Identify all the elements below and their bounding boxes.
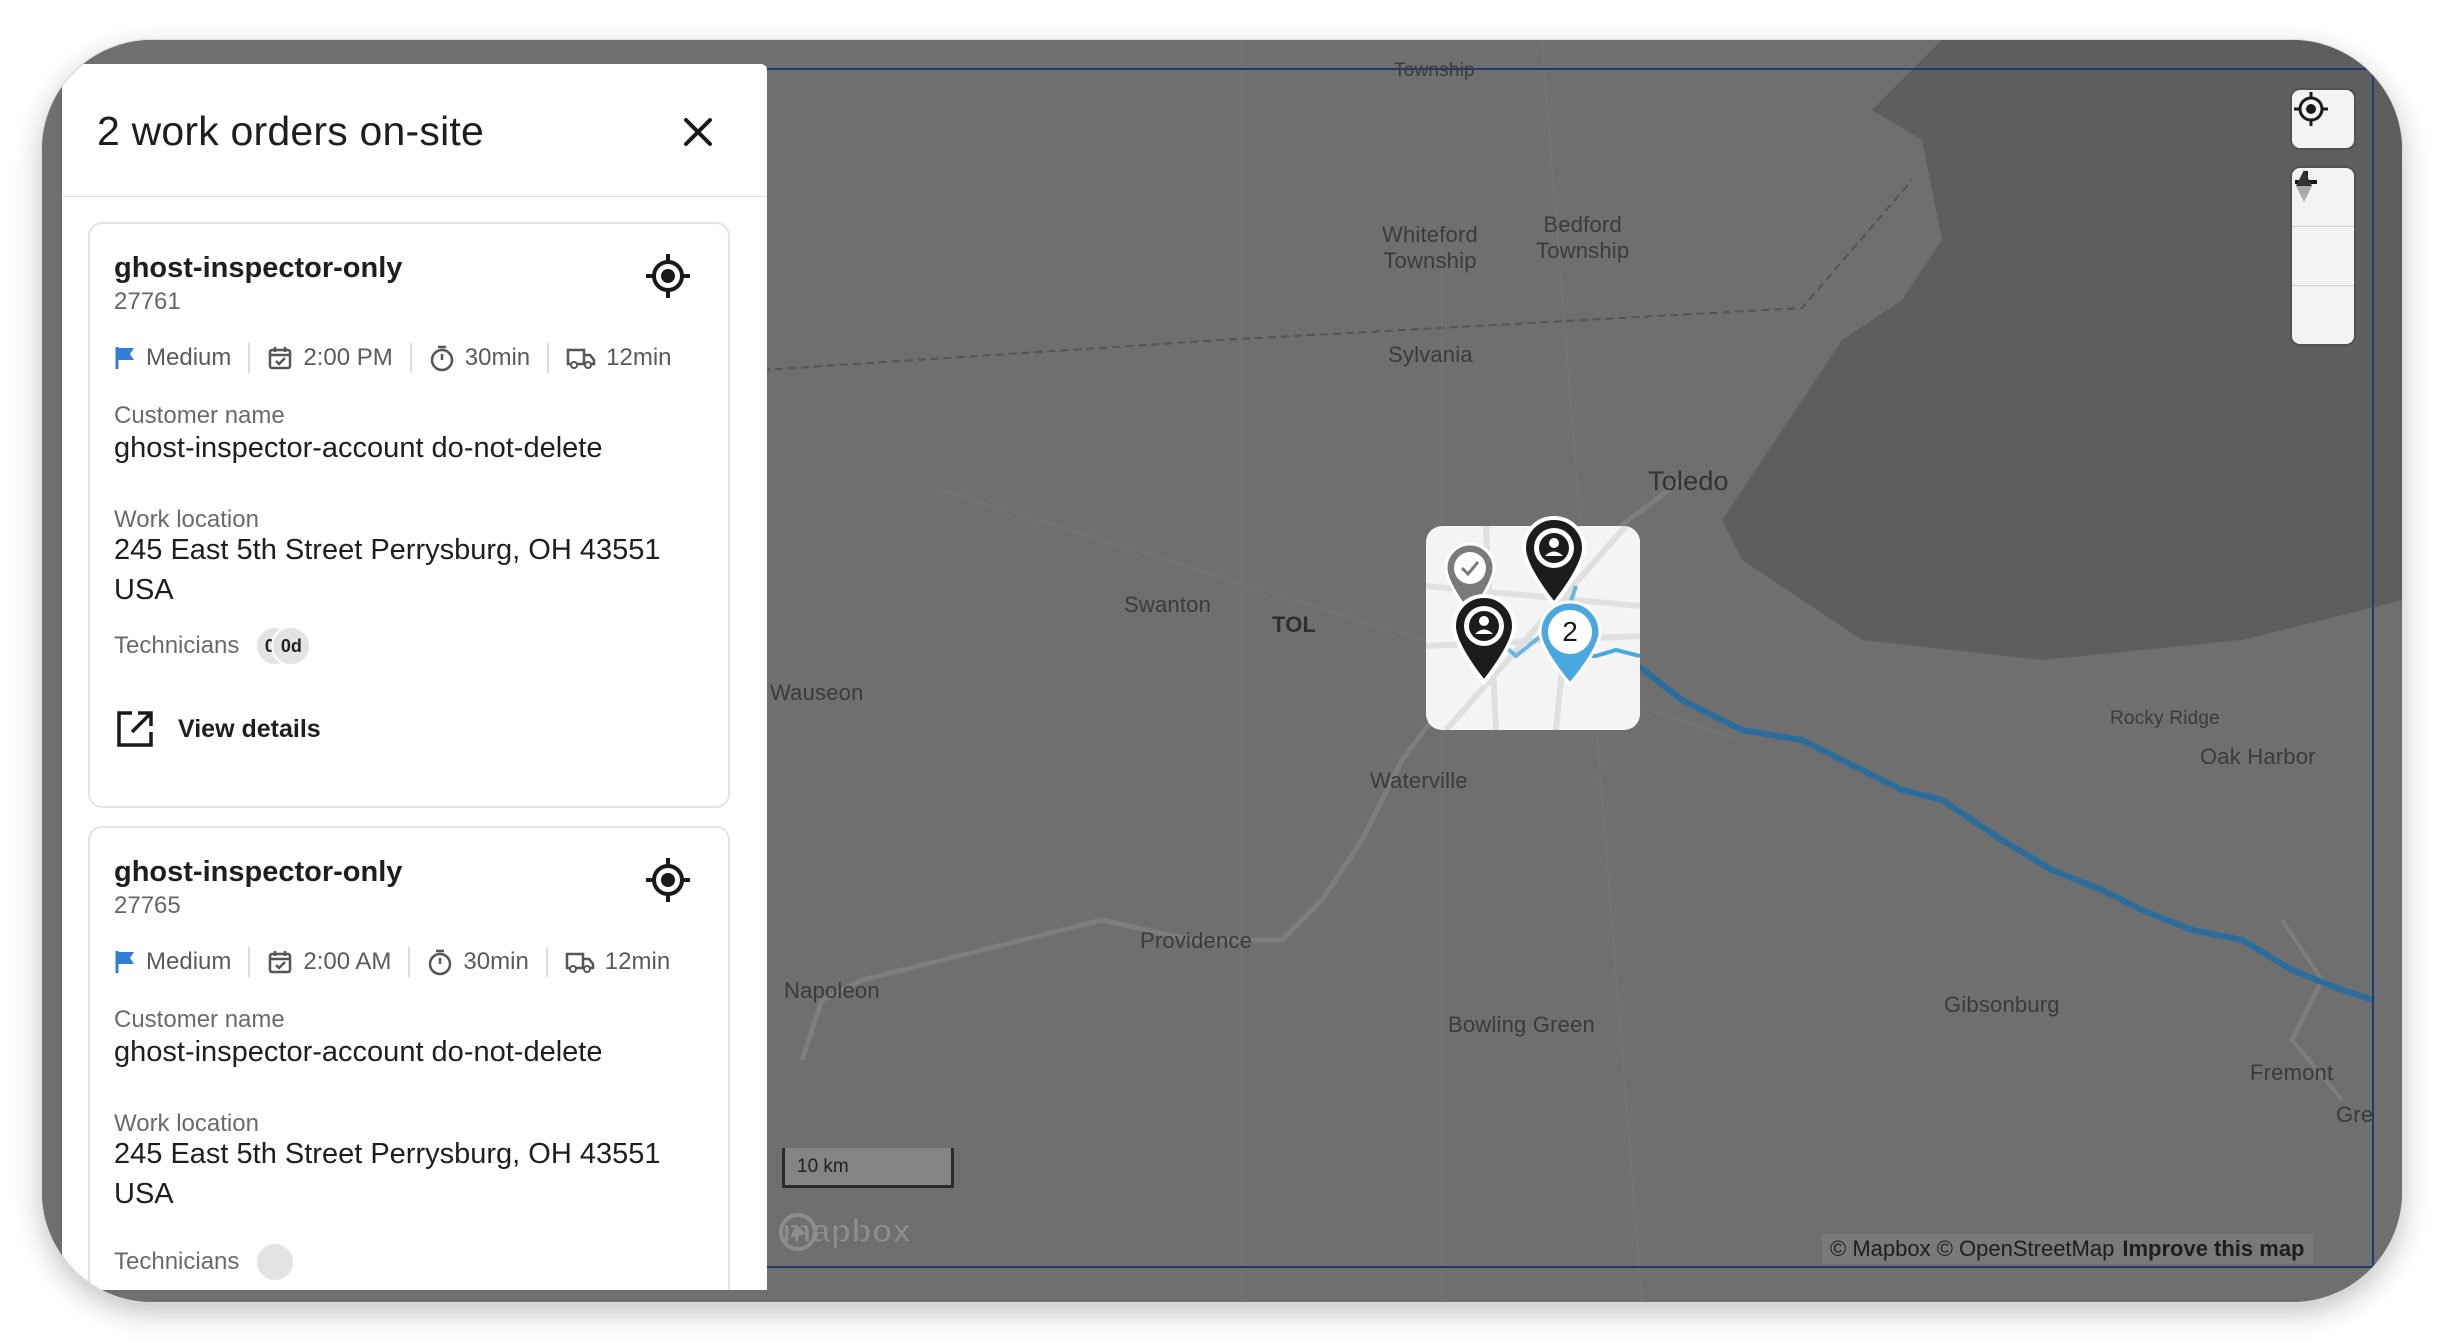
place-label: Bedford Township [1536,212,1630,263]
crosshair-icon [2294,92,2328,126]
crosshair-icon [646,858,690,902]
divider [248,343,251,373]
place-label: Napoleon [784,978,880,1003]
travel-label: 12min [606,344,672,371]
airport-label: TOL [1272,612,1317,637]
work-orders-panel: 2 work orders on-site ghost-inspector-on… [62,64,767,1290]
time-label: 2:00 AM [303,948,392,975]
calendar-icon [269,347,292,370]
avatar[interactable]: 0d [271,626,312,666]
customer-label: Customer name [114,402,285,429]
app-frame: Township Whiteford Township Bedford Town… [42,40,2402,1302]
priority-label: Medium [146,344,232,371]
work-order-card[interactable]: ghost-inspector-only 27761 Medium 2:00 P… [88,222,730,808]
work-location: 245 East 5th Street Perrysburg, OH 43551… [114,1138,661,1210]
customer-name: ghost-inspector-account do-not-delete [114,432,603,464]
close-icon [684,118,712,146]
duration: 30min [427,948,529,976]
avatar[interactable] [255,1242,296,1282]
divider [545,947,548,977]
place-label: Gre [2336,1102,2374,1127]
duration-label: 30min [463,948,529,975]
compass-icon [2296,170,2312,202]
place-label: Oak Harbor [2200,744,2316,769]
flag-icon [115,951,134,973]
place-label: Wauseon [770,680,864,705]
work-order-name: ghost-inspector-only [114,252,403,284]
mapbox-logo-icon [779,1213,817,1251]
stopwatch-icon [430,345,453,372]
work-order-id: 27765 [114,892,181,919]
place-label: Township [1394,60,1475,81]
geolocate-button[interactable] [2292,90,2354,148]
work-order-meta: Medium 2:00 PM 30min 12min [114,340,672,376]
technician-pin-icon[interactable] [1518,514,1590,610]
travel-time: 12min [565,948,670,976]
work-location: 245 East 5th Street Perrysburg, OH 43551… [114,534,661,606]
zoom-out-button[interactable] [2292,180,2354,285]
improve-map-link[interactable]: Improve this map [2122,1236,2304,1261]
geolocate-control[interactable] [2292,90,2354,148]
place-label: Whiteford Township [1382,222,1478,273]
close-button[interactable] [674,108,722,156]
technicians: Technicians [114,1242,296,1282]
scheduled-time: 2:00 AM [267,948,391,976]
place-label: Waterville [1370,768,1468,793]
divider [547,343,550,373]
customer-name: ghost-inspector-account do-not-delete [114,1036,603,1068]
time-label: 2:00 PM [303,344,393,371]
work-order-meta: Medium 2:00 AM 30min 12min [114,944,670,980]
place-label: Gibsonburg [1944,992,2060,1017]
duration-label: 30min [464,344,531,371]
travel-label: 12min [604,948,671,975]
calendar-icon [269,951,292,974]
technician-pin-icon[interactable] [1448,592,1520,688]
cluster-pin[interactable]: 2 [1534,598,1606,688]
place-label: Rocky Ridge [2110,708,2220,729]
crosshair-icon [646,254,690,298]
view-details-label: View details [178,714,321,743]
navigation-control [2292,168,2354,344]
customer-label: Customer name [114,1006,285,1033]
place-label: Providence [1140,928,1253,953]
work-order-id: 27761 [114,288,181,315]
mapbox-logo[interactable]: mapbox [778,1212,912,1251]
divider [409,343,412,373]
place-label: Fremont [2250,1060,2334,1085]
priority: Medium [114,344,231,372]
locate-work-order-button[interactable] [644,252,692,300]
place-label: Toledo [1648,466,1729,496]
travel-time: 12min [566,344,672,372]
priority-label: Medium [146,948,232,975]
external-link-icon [117,711,153,747]
priority: Medium [114,948,231,976]
work-order-card[interactable]: ghost-inspector-only 27765 Medium 2:00 A… [88,826,730,1290]
map-attribution: © Mapbox © OpenStreetMap Improve this map [1822,1234,2313,1264]
truck-icon [566,348,596,369]
technicians-label: Technicians [114,632,240,659]
technicians-label: Technicians [114,1248,240,1275]
compass-button[interactable] [2292,170,2354,344]
stopwatch-icon [429,949,452,976]
divider [248,947,251,977]
work-order-name: ghost-inspector-only [114,856,403,888]
panel-header: 2 work orders on-site [62,64,767,197]
scale-label: 10 km [797,1156,849,1177]
technicians: Technicians 0d 0d [114,626,312,666]
place-label: Sylvania [1388,342,1473,367]
attribution-text[interactable]: © Mapbox © OpenStreetMap [1830,1236,2114,1261]
divider [408,947,411,977]
locate-work-order-button[interactable] [644,856,692,904]
place-label: Bowling Green [1448,1012,1595,1037]
place-label: Swanton [1124,592,1212,617]
panel-title: 2 work orders on-site [97,108,485,154]
route-line [1634,661,2375,1003]
scale-bar: 10 km [782,1148,954,1188]
scheduled-time: 2:00 PM [267,344,393,372]
cluster-count: 2 [1562,616,1578,647]
truck-icon [565,952,595,973]
duration: 30min [429,344,530,372]
flag-icon [115,347,134,369]
view-details-link[interactable]: View details [114,708,321,750]
